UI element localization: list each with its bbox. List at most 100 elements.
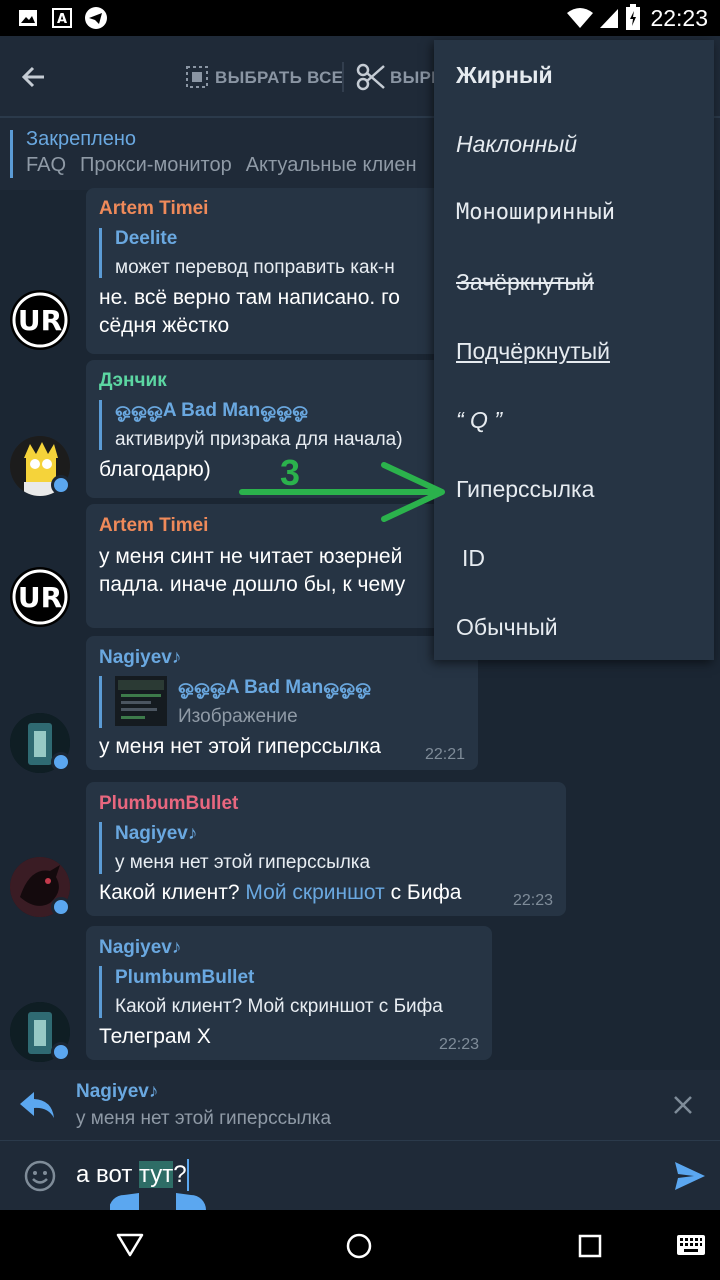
android-nav-bar bbox=[0, 1210, 720, 1280]
menu-item-regular[interactable]: Обычный bbox=[456, 614, 558, 641]
reply-icon bbox=[20, 1092, 54, 1118]
back-arrow-icon[interactable] bbox=[20, 64, 46, 90]
quote-bar bbox=[99, 228, 102, 278]
menu-item-strikethrough[interactable]: Зачёркнутый bbox=[456, 269, 594, 296]
quote-text: активируй призрака для начала) bbox=[115, 429, 403, 450]
quote-text: может перевод поправить как-н bbox=[115, 257, 395, 278]
quote-text: Изображение bbox=[178, 706, 298, 727]
wifi-icon bbox=[567, 8, 593, 28]
telegram-icon bbox=[85, 7, 107, 29]
battery-icon bbox=[626, 4, 640, 30]
online-indicator bbox=[51, 752, 71, 772]
menu-item-hyperlink[interactable]: Гиперссылка bbox=[456, 476, 594, 503]
select-all-button[interactable]: ВЫБРАТЬ ВСЕ bbox=[215, 68, 343, 88]
message-bubble[interactable]: Nagiyev♪ PlumbumBullet Какой клиент? Мой… bbox=[86, 926, 492, 1060]
svg-text:A: A bbox=[57, 12, 67, 27]
clock: 22:23 bbox=[650, 5, 708, 31]
menu-item-quote[interactable]: “ Q ” bbox=[456, 407, 502, 434]
send-icon[interactable] bbox=[674, 1161, 706, 1191]
message-author[interactable]: Artem Timei bbox=[99, 198, 208, 220]
menu-item-bold[interactable]: Жирный bbox=[456, 62, 553, 89]
ur-logo-icon: UR bbox=[11, 291, 69, 349]
message-author[interactable]: Nagiyev♪ bbox=[99, 937, 181, 959]
reply-preview: Nagiyev♪ у меня нет этой гиперссылка bbox=[0, 1070, 720, 1140]
message-bubble[interactable]: Artem Timei Deelite может перевод поправ… bbox=[86, 188, 446, 354]
ur-logo-icon: UR bbox=[11, 568, 69, 626]
back-triangle-icon[interactable] bbox=[115, 1232, 145, 1258]
online-indicator bbox=[51, 897, 71, 917]
menu-item-italic[interactable]: Наклонный bbox=[456, 131, 577, 158]
annotation-number: 3 bbox=[280, 452, 301, 493]
format-menu: Жирный Наклонный Моноширинный Зачёркнуты… bbox=[434, 40, 714, 660]
svg-text:UR: UR bbox=[18, 304, 62, 337]
avatar[interactable]: UR bbox=[10, 290, 70, 350]
menu-item-id[interactable]: ID bbox=[462, 545, 485, 572]
text-cursor bbox=[187, 1159, 189, 1191]
pinned-link[interactable]: FAQ bbox=[26, 154, 66, 176]
quote-bar bbox=[99, 676, 102, 728]
quote-bar bbox=[99, 822, 102, 874]
select-all-icon[interactable] bbox=[185, 65, 209, 89]
input-selected-text: тут bbox=[138, 1161, 174, 1188]
pinned-links: FAQ Прокси-монитор Актуальные клиен bbox=[26, 154, 431, 177]
pinned-link[interactable]: Прокси-монитор bbox=[80, 154, 232, 176]
close-icon[interactable] bbox=[672, 1094, 694, 1116]
message-link[interactable]: Мой скриншот bbox=[245, 881, 384, 904]
quote-bar bbox=[99, 400, 102, 450]
status-bar: A 22:23 bbox=[0, 0, 720, 36]
message-bubble[interactable]: PlumbumBullet Nagiyev♪ у меня нет этой г… bbox=[86, 782, 566, 916]
message-text: Какой клиент? bbox=[99, 881, 246, 904]
reply-text: у меня нет этой гиперссылка bbox=[76, 1108, 332, 1129]
pinned-bar bbox=[10, 130, 13, 178]
quote-author: PlumbumBullet bbox=[115, 967, 255, 988]
quote-author: ஓஓஓA Bad Manஓஓஓ bbox=[178, 677, 372, 698]
message-text-line: Телеграм X bbox=[99, 1025, 211, 1048]
menu-item-underline[interactable]: Подчёркнутый bbox=[456, 338, 610, 365]
message-text-line: не. всё верно там написано. го bbox=[99, 286, 400, 309]
font-icon: A bbox=[52, 8, 72, 28]
signal-icon bbox=[600, 9, 618, 28]
message-text-line: падла. иначе дошло бы, к чему bbox=[99, 573, 406, 596]
toolbar-divider bbox=[342, 62, 344, 92]
message-time: 22:23 bbox=[439, 1036, 480, 1053]
message-author[interactable]: Дэнчик bbox=[99, 370, 167, 392]
home-circle-icon[interactable] bbox=[345, 1232, 373, 1260]
pinned-title: Закреплено bbox=[26, 128, 136, 150]
message-input-bar: а вот тут? bbox=[0, 1140, 720, 1225]
online-indicator bbox=[51, 1042, 71, 1062]
online-indicator bbox=[51, 475, 71, 495]
message-text-line: сёдня жёстко bbox=[99, 314, 230, 337]
svg-text:UR: UR bbox=[18, 581, 62, 614]
emoji-icon[interactable] bbox=[24, 1160, 56, 1192]
message-author[interactable]: PlumbumBullet bbox=[99, 793, 238, 815]
message-author[interactable]: Nagiyev♪ bbox=[99, 647, 181, 669]
quote-author: ஓஓஓA Bad Manஓஓஓ bbox=[115, 400, 309, 421]
recents-square-icon[interactable] bbox=[578, 1234, 602, 1258]
menu-item-monospace[interactable]: Моноширинный bbox=[456, 200, 615, 225]
pinned-link[interactable]: Актуальные клиен bbox=[246, 154, 417, 176]
message-text-line: у меня синт не читает юзерней bbox=[99, 545, 403, 568]
quote-bar bbox=[99, 966, 102, 1018]
reply-author: Nagiyev♪ bbox=[76, 1081, 159, 1102]
quote-text: Какой клиент? Мой скриншот с Бифа bbox=[115, 996, 443, 1017]
quote-text: у меня нет этой гиперссылка bbox=[115, 852, 371, 873]
input-text: ? bbox=[173, 1161, 187, 1188]
message-time: 22:21 bbox=[425, 746, 466, 763]
input-text: а вот bbox=[76, 1161, 139, 1188]
scissors-icon[interactable] bbox=[356, 62, 386, 92]
annotation-arrow-icon bbox=[239, 462, 445, 522]
message-input[interactable]: а вот тут? bbox=[76, 1161, 187, 1189]
message-author[interactable]: Artem Timei bbox=[99, 515, 208, 537]
image-thumbnail[interactable] bbox=[115, 676, 167, 726]
quote-author: Nagiyev♪ bbox=[115, 823, 198, 844]
message-text: с Бифа bbox=[384, 881, 462, 904]
message-text-line: Какой клиент? Мой скриншот с Бифа bbox=[99, 878, 461, 908]
message-bubble[interactable]: Nagiyev♪ ஓஓஓA Bad Manஓஓஓ Изображение у м… bbox=[86, 636, 478, 770]
keyboard-icon[interactable] bbox=[676, 1234, 706, 1256]
avatar[interactable]: UR bbox=[10, 567, 70, 627]
gallery-icon bbox=[19, 10, 37, 26]
message-text-line: благодарю) bbox=[99, 458, 211, 481]
message-time: 22:23 bbox=[513, 892, 554, 909]
quote-author: Deelite bbox=[115, 228, 178, 249]
message-text-line: у меня нет этой гиперссылка bbox=[99, 735, 381, 758]
